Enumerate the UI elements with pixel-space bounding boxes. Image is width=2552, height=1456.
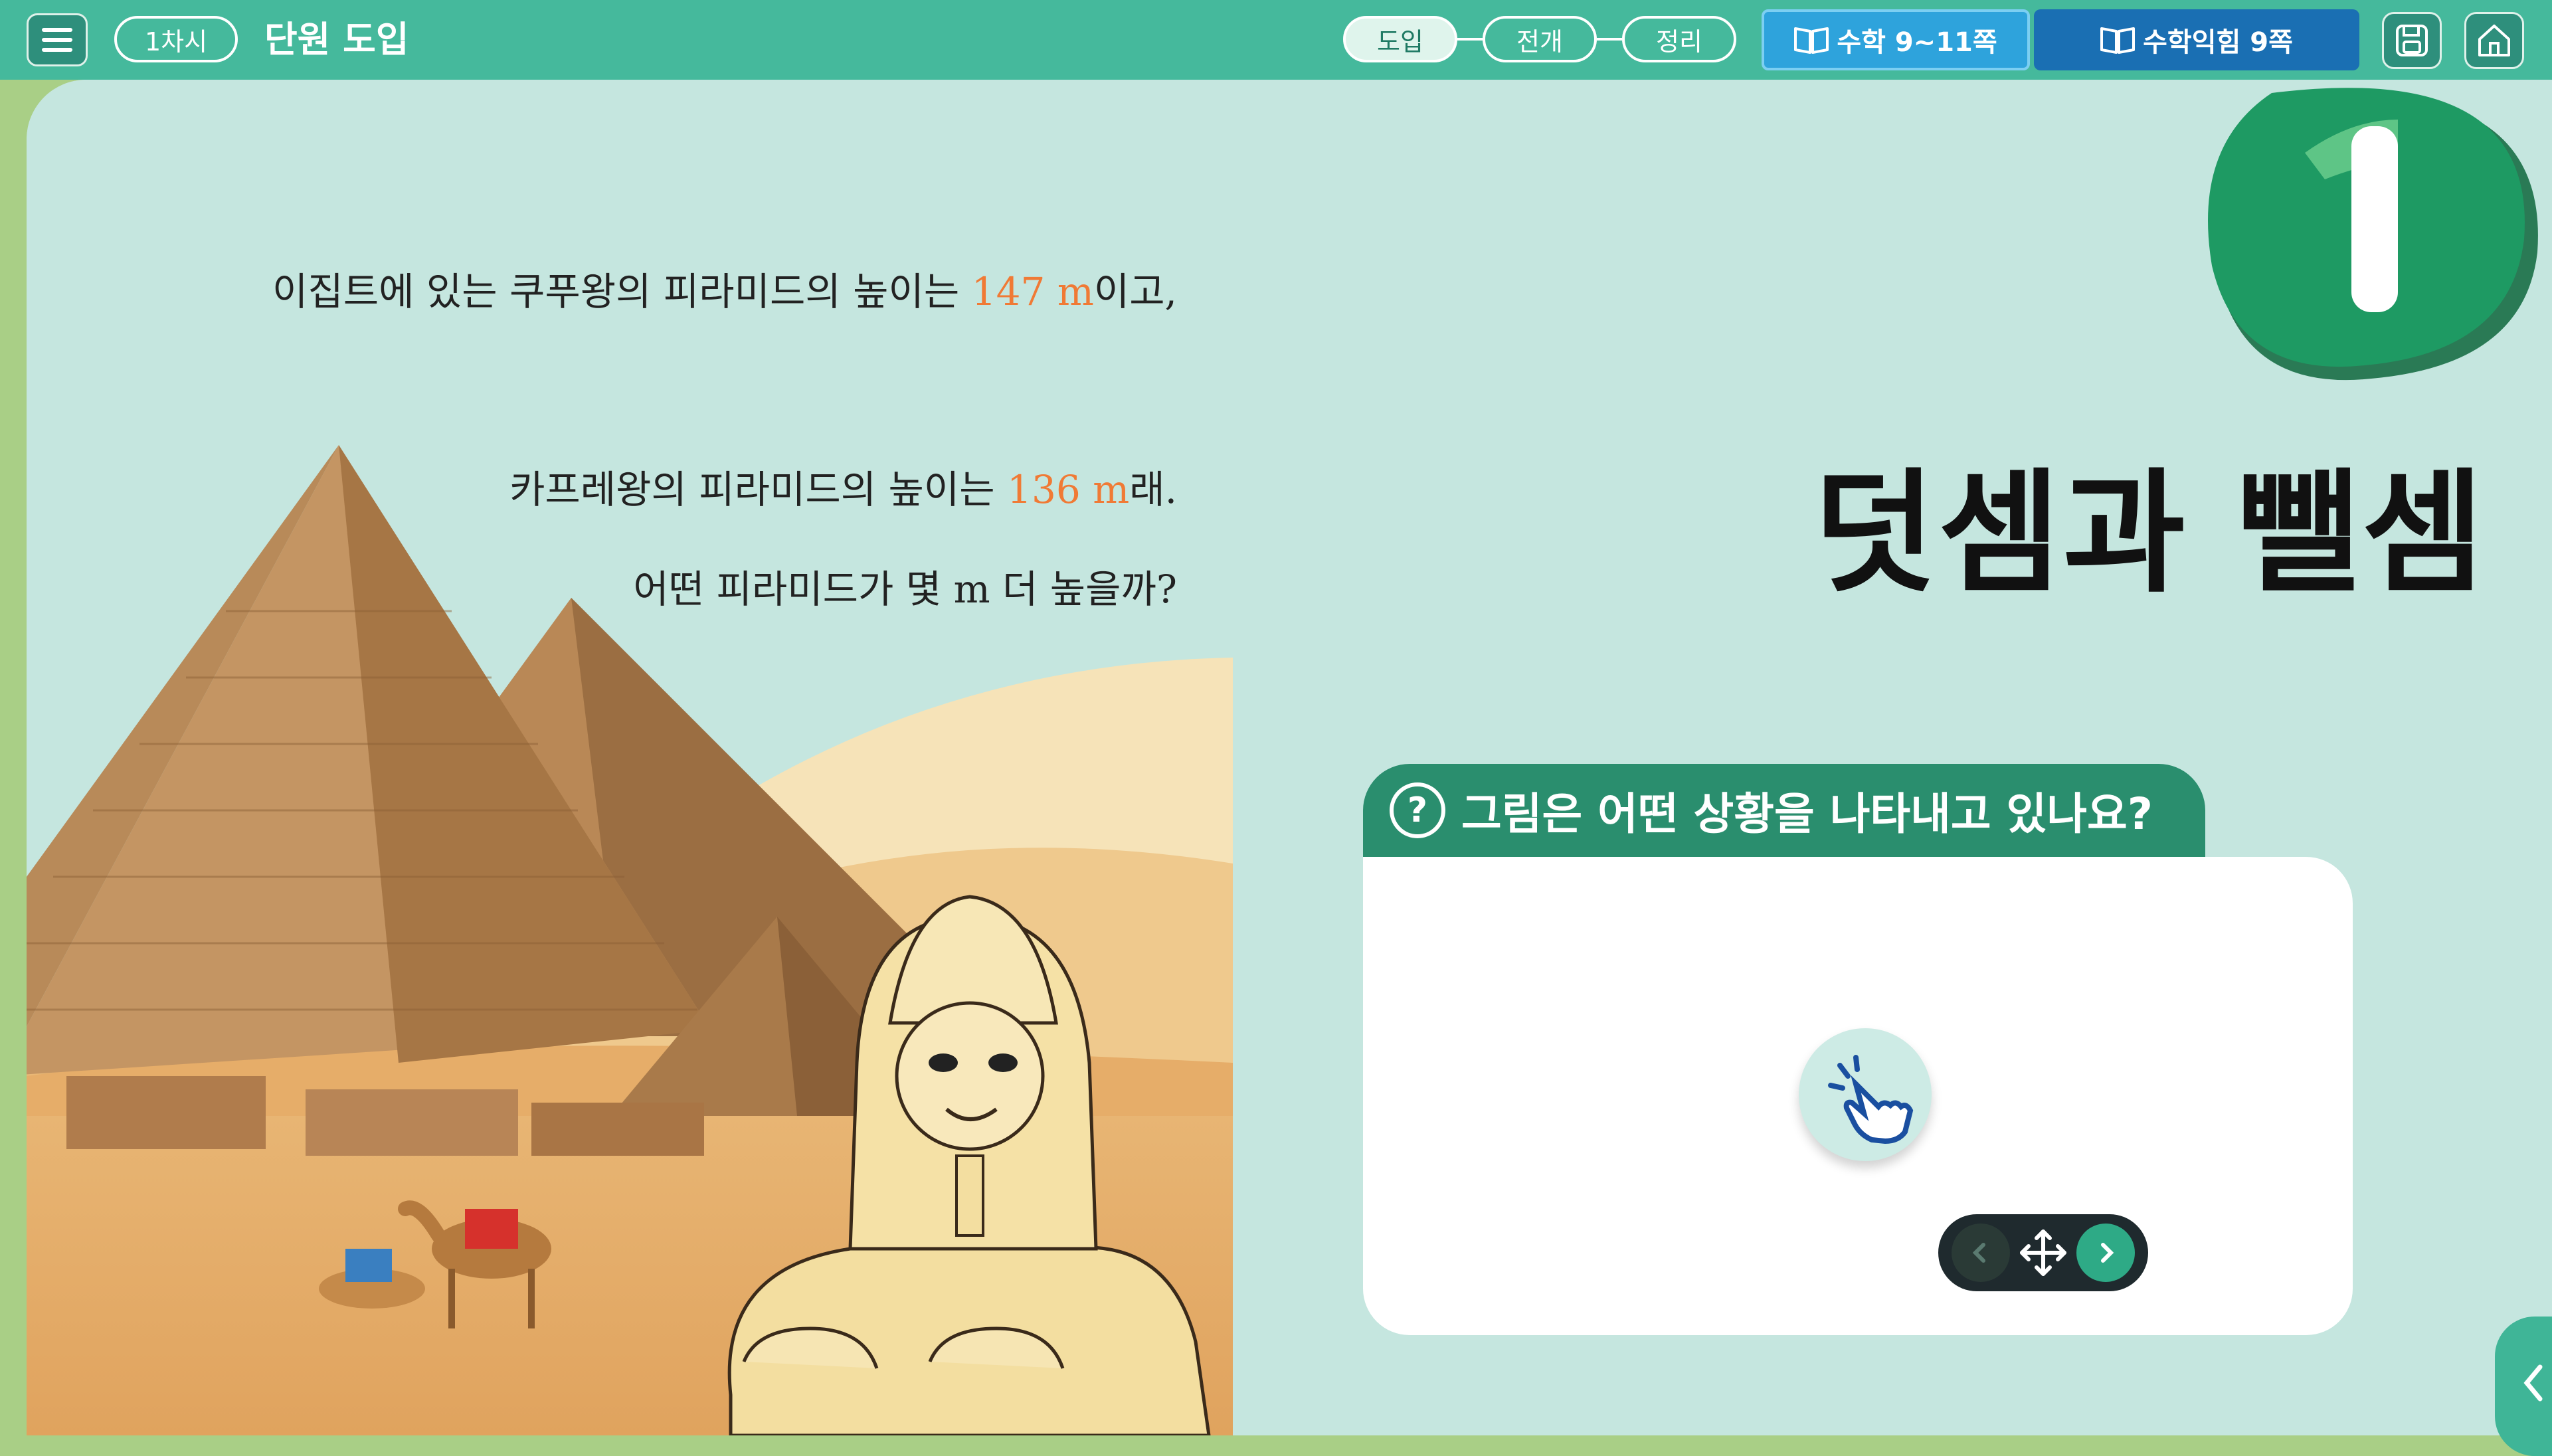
tab-intro[interactable]: 도입 <box>1343 16 1457 62</box>
next-button[interactable] <box>2076 1224 2135 1282</box>
top-bar: 1차시 단원 도입 도입 전개 정리 수학 9~11쪽 수학익힘 9쪽 <box>0 0 2552 80</box>
question-mark-icon: ? <box>1390 782 1445 838</box>
pyramid-height-khafre: 136 m <box>1007 467 1130 512</box>
session-badge[interactable]: 1차시 <box>114 16 238 62</box>
save-icon <box>2396 25 2428 56</box>
story-line-2: 카프레왕의 피라미드의 높이는 136 m래. <box>509 467 1177 512</box>
save-button[interactable] <box>2382 12 2442 69</box>
move-icon[interactable] <box>2017 1226 2070 1279</box>
hamburger-icon <box>42 28 72 52</box>
card-navigation <box>1938 1214 2148 1291</box>
book-icon <box>2100 27 2136 54</box>
pyramid-height-khufu: 147 m <box>971 269 1094 314</box>
textbook-button[interactable]: 수학 9~11쪽 <box>1762 9 2030 70</box>
home-icon <box>2478 25 2510 56</box>
chevron-left-icon <box>2523 1364 2543 1402</box>
tab-development[interactable]: 전개 <box>1483 16 1597 62</box>
tap-hand-icon <box>1828 1055 1914 1144</box>
story-line-1: 이집트에 있는 쿠푸왕의 피라미드의 높이는 147 m이고, <box>272 269 1177 314</box>
book-icon <box>1794 27 1829 54</box>
lesson-stage: 이집트에 있는 쿠푸왕의 피라미드의 높이는 147 m이고, 카프레왕의 피라… <box>27 80 2552 1435</box>
story-line-3: 어떤 피라미드가 몇 m 더 높을까? <box>633 567 1177 612</box>
step-connector <box>1597 38 1622 41</box>
chapter-title: 덧셈과 뺄셈 <box>1813 456 2487 611</box>
home-button[interactable] <box>2464 12 2524 69</box>
step-connector <box>1457 38 1483 41</box>
chevron-right-icon <box>2101 1243 2114 1263</box>
chapter-number-badge: 1 <box>2205 80 2551 392</box>
question-tab: ? 그림은 어떤 상황을 나타내고 있나요? <box>1363 764 2205 857</box>
workbook-button[interactable]: 수학익힘 9쪽 <box>2034 9 2359 70</box>
page-title: 단원 도입 <box>264 19 409 60</box>
answer-card <box>1363 857 2353 1335</box>
menu-button[interactable] <box>27 13 88 66</box>
workbook-label: 수학익힘 9쪽 <box>2143 27 2293 58</box>
reveal-answer-button[interactable] <box>1799 1028 1932 1161</box>
textbook-label: 수학 9~11쪽 <box>1837 27 1997 58</box>
question-text: 그림은 어떤 상황을 나타내고 있나요? <box>1461 788 2153 840</box>
chevron-left-icon <box>1972 1243 1985 1263</box>
tab-summary[interactable]: 정리 <box>1622 16 1736 62</box>
prev-button[interactable] <box>1952 1224 2010 1282</box>
chapter-badge-shape <box>2208 88 2538 381</box>
